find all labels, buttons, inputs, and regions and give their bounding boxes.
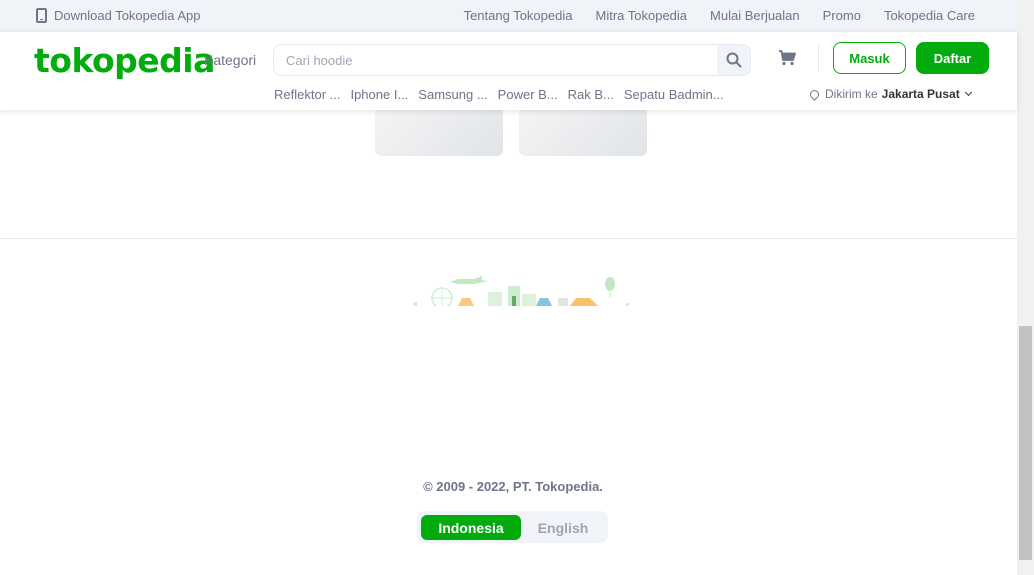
search-suggestions: Reflektor ... Iphone I... Samsung ... Po… (274, 87, 724, 102)
link-promo[interactable]: Promo (823, 8, 861, 23)
suggestion-item[interactable]: Power B... (498, 87, 558, 102)
link-mitra-tokopedia[interactable]: Mitra Tokopedia (595, 8, 687, 23)
loading-skeleton-card (519, 108, 647, 156)
suggestion-item[interactable]: Iphone I... (350, 87, 408, 102)
tokopedia-logo[interactable]: tokopedia (34, 41, 215, 80)
cart-button[interactable] (778, 50, 796, 71)
download-app-link[interactable]: Download Tokopedia App (36, 8, 201, 23)
location-prefix: Dikirim ke (825, 87, 878, 101)
location-pin-icon (808, 87, 821, 101)
cart-icon (779, 50, 796, 66)
link-tokopedia-care[interactable]: Tokopedia Care (884, 8, 975, 23)
language-switcher: Indonesia English (417, 511, 608, 543)
search-input[interactable] (274, 45, 718, 75)
vertical-scrollbar[interactable] (1017, 0, 1034, 575)
suggestion-item[interactable]: Rak B... (568, 87, 614, 102)
footer-city-illustration (414, 276, 629, 306)
page: Download Tokopedia App Tentang Tokopedia… (0, 0, 1034, 575)
location-city: Jakarta Pusat (881, 87, 960, 101)
link-tentang-tokopedia[interactable]: Tentang Tokopedia (464, 8, 573, 23)
phone-icon (36, 8, 47, 23)
kategori-menu[interactable]: Kategori (204, 52, 256, 68)
delivery-location[interactable]: Dikirim ke Jakarta Pusat (808, 87, 972, 101)
top-bar: Download Tokopedia App Tentang Tokopedia… (0, 0, 1017, 32)
login-button[interactable]: Masuk (833, 42, 906, 74)
suggestion-item[interactable]: Samsung ... (418, 87, 487, 102)
loading-skeleton-card (375, 108, 503, 156)
header-divider (818, 44, 819, 72)
lang-english-button[interactable]: English (521, 515, 605, 540)
search-icon (726, 52, 741, 68)
footer-divider (0, 238, 1017, 239)
main-header: tokopedia Kategori Masuk Daftar Reflekto… (0, 32, 1017, 110)
copyright-text: © 2009 - 2022, PT. Tokopedia. (423, 479, 603, 494)
suggestion-item[interactable]: Sepatu Badmin... (624, 87, 724, 102)
scrollbar-thumb[interactable] (1019, 326, 1032, 560)
suggestion-item[interactable]: Reflektor ... (274, 87, 340, 102)
chevron-down-icon (964, 88, 972, 97)
lang-indonesia-button[interactable]: Indonesia (421, 515, 521, 540)
download-app-label: Download Tokopedia App (54, 8, 201, 23)
register-button[interactable]: Daftar (916, 42, 989, 74)
top-links: Tentang Tokopedia Mitra Tokopedia Mulai … (464, 8, 975, 23)
search-button[interactable] (717, 45, 750, 75)
search-bar (273, 44, 751, 76)
link-mulai-berjualan[interactable]: Mulai Berjualan (710, 8, 800, 23)
